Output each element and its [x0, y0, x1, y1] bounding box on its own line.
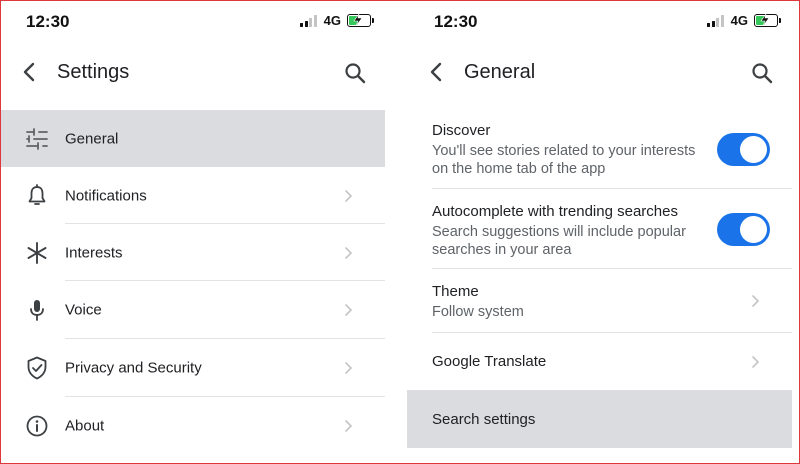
setting-subtitle: Follow system — [432, 304, 524, 320]
setting-title: Autocomplete with trending searches — [432, 203, 678, 220]
search-icon[interactable] — [343, 61, 367, 85]
chevron-right-icon — [345, 304, 353, 316]
signal-icon — [300, 14, 317, 27]
chevron-right-icon — [752, 355, 760, 368]
setting-google-translate[interactable]: Google Translate — [407, 333, 792, 390]
status-icons: 4G — [707, 13, 781, 28]
setting-title: Google Translate — [432, 353, 547, 370]
chevron-right-icon — [345, 362, 353, 374]
page-title: Settings — [57, 61, 130, 83]
bell-icon — [28, 183, 46, 205]
microphone-icon — [30, 300, 44, 321]
settings-item-label: Voice — [65, 301, 102, 319]
chevron-right-icon — [752, 295, 760, 307]
settings-item-about[interactable]: About — [0, 397, 385, 455]
battery-icon — [347, 14, 374, 27]
tune-icon — [26, 127, 48, 150]
chevron-right-icon — [345, 420, 353, 432]
setting-discover[interactable]: Discover You'll see stories related to y… — [407, 110, 792, 189]
signal-icon — [707, 14, 724, 27]
autocomplete-toggle[interactable] — [717, 213, 770, 246]
settings-item-label: About — [65, 417, 105, 435]
settings-screen: 12:30 4G Settings General Notifications … — [0, 0, 385, 464]
setting-theme[interactable]: Theme Follow system — [407, 269, 792, 333]
status-time: 12:30 — [26, 12, 70, 31]
search-icon[interactable] — [750, 61, 774, 85]
setting-title: Search settings — [432, 411, 536, 428]
network-label: 4G — [323, 13, 341, 28]
shield-check-icon — [27, 356, 47, 380]
chevron-right-icon — [345, 189, 353, 202]
settings-item-label: General — [65, 130, 119, 147]
settings-item-label: Privacy and Security — [65, 359, 202, 377]
setting-title: Theme — [432, 283, 479, 300]
discover-toggle[interactable] — [717, 133, 770, 166]
app-bar: Settings — [0, 50, 385, 96]
app-bar: General — [407, 50, 792, 96]
screen-gutter — [385, 0, 407, 464]
network-label: 4G — [730, 13, 748, 28]
settings-item-interests[interactable]: Interests — [0, 224, 385, 281]
page-title: General — [464, 61, 536, 83]
setting-subtitle: Search suggestions will include popular … — [432, 224, 686, 258]
settings-item-general[interactable]: General — [0, 110, 385, 167]
settings-item-label: Interests — [65, 244, 123, 261]
back-arrow-icon[interactable] — [425, 60, 449, 84]
asterisk-icon — [27, 241, 47, 264]
settings-item-notifications[interactable]: Notifications — [0, 167, 385, 224]
setting-title: Discover — [432, 122, 491, 139]
settings-item-label: Notifications — [65, 187, 147, 204]
battery-icon — [754, 14, 781, 27]
chevron-right-icon — [345, 246, 353, 259]
settings-item-privacy[interactable]: Privacy and Security — [0, 339, 385, 397]
status-time: 12:30 — [434, 12, 478, 31]
info-icon — [26, 415, 48, 437]
setting-autocomplete[interactable]: Autocomplete with trending searches Sear… — [407, 189, 792, 269]
status-bar: 12:30 4G — [407, 0, 792, 44]
general-settings-screen: 12:30 4G General Discover You'll see sto… — [407, 0, 792, 464]
back-arrow-icon[interactable] — [18, 60, 42, 84]
setting-search-settings[interactable]: Search settings — [407, 390, 792, 448]
setting-subtitle: You'll see stories related to your inter… — [432, 143, 696, 177]
settings-item-voice[interactable]: Voice — [0, 281, 385, 339]
status-icons: 4G — [300, 13, 374, 28]
status-bar: 12:30 4G — [0, 0, 385, 44]
